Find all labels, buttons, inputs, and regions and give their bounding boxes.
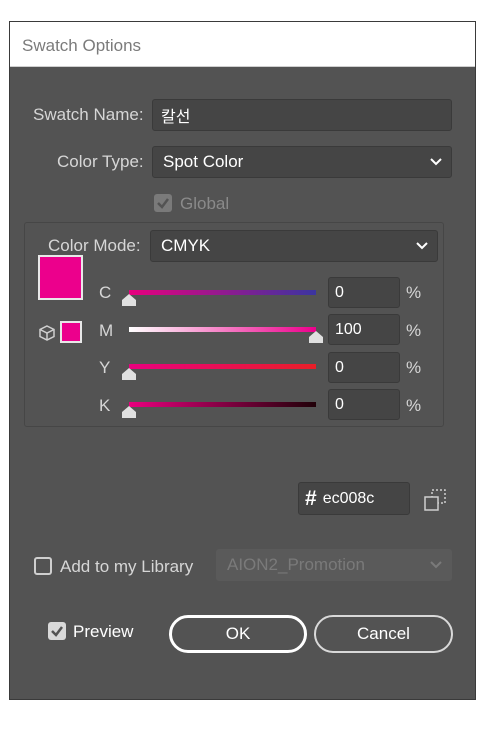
color-type-label: Color Type: bbox=[57, 152, 144, 171]
channel-m-value: 100 bbox=[335, 320, 362, 338]
channel-k-value: 0 bbox=[335, 395, 344, 413]
channel-c-slider[interactable] bbox=[129, 290, 316, 295]
color-preview-swatch bbox=[38, 255, 83, 300]
chevron-down-icon bbox=[430, 158, 442, 166]
channel-k-slider-thumb[interactable] bbox=[122, 406, 136, 418]
add-to-library-checkbox[interactable] bbox=[34, 557, 52, 575]
title-bar: Swatch Options bbox=[10, 22, 475, 67]
channel-y-value: 0 bbox=[335, 358, 344, 376]
check-icon bbox=[157, 198, 169, 209]
hex-value: ec008c bbox=[322, 489, 375, 507]
color-mode-label: Color Mode: bbox=[48, 236, 141, 255]
chevron-down-icon bbox=[430, 561, 442, 569]
channel-y-slider-thumb[interactable] bbox=[122, 368, 136, 380]
chevron-down-icon bbox=[416, 242, 428, 250]
channel-k-slider[interactable] bbox=[129, 402, 316, 407]
library-value: AION2_Promotion bbox=[227, 555, 365, 574]
channel-m-unit: % bbox=[406, 321, 422, 340]
channel-c-input[interactable]: 0 bbox=[328, 277, 400, 308]
swatch-name-input[interactable]: 칼선 bbox=[152, 99, 452, 131]
color-mode-legend: Color Mode: bbox=[44, 236, 145, 256]
out-of-gamut-swatch[interactable] bbox=[60, 321, 82, 343]
check-icon bbox=[51, 626, 63, 637]
preview-label: Preview bbox=[73, 622, 134, 641]
hex-input[interactable]: # ec008c bbox=[298, 482, 410, 515]
library-dropdown[interactable]: AION2_Promotion bbox=[216, 549, 452, 581]
channel-m-slider-thumb[interactable] bbox=[309, 331, 323, 343]
ok-button[interactable]: OK bbox=[169, 615, 307, 653]
color-picker-icon[interactable] bbox=[424, 489, 446, 511]
channel-m-slider[interactable] bbox=[129, 327, 316, 332]
channel-c-value: 0 bbox=[335, 283, 344, 301]
hash-symbol: # bbox=[305, 486, 317, 510]
channel-y-label: Y bbox=[99, 358, 111, 377]
channel-m-input[interactable]: 100 bbox=[328, 314, 400, 345]
channel-y-input[interactable]: 0 bbox=[328, 352, 400, 383]
add-to-library-label: Add to my Library bbox=[60, 557, 194, 576]
color-type-value: Spot Color bbox=[163, 152, 244, 171]
channel-m-label: M bbox=[99, 321, 114, 340]
channel-c-unit: % bbox=[406, 283, 422, 302]
dialog-title: Swatch Options bbox=[22, 36, 142, 55]
channel-k-unit: % bbox=[406, 396, 422, 415]
global-checkbox[interactable] bbox=[154, 194, 172, 212]
channel-c-label: C bbox=[99, 283, 112, 302]
channel-y-slider[interactable] bbox=[129, 364, 316, 369]
swatch-name-value: 칼선 bbox=[161, 109, 191, 126]
global-label: Global bbox=[180, 194, 230, 213]
color-mode-value: CMYK bbox=[161, 236, 211, 255]
cube-icon bbox=[39, 325, 55, 341]
channel-y-unit: % bbox=[406, 358, 422, 377]
color-type-dropdown[interactable]: Spot Color bbox=[152, 146, 452, 178]
channel-k-label: K bbox=[99, 396, 111, 415]
cancel-button[interactable]: Cancel bbox=[314, 615, 453, 653]
channel-k-input[interactable]: 0 bbox=[328, 389, 400, 420]
preview-checkbox[interactable] bbox=[48, 622, 66, 640]
swatch-name-label: Swatch Name: bbox=[33, 105, 144, 124]
color-mode-dropdown[interactable]: CMYK bbox=[150, 230, 438, 262]
channel-c-slider-thumb[interactable] bbox=[122, 294, 136, 306]
